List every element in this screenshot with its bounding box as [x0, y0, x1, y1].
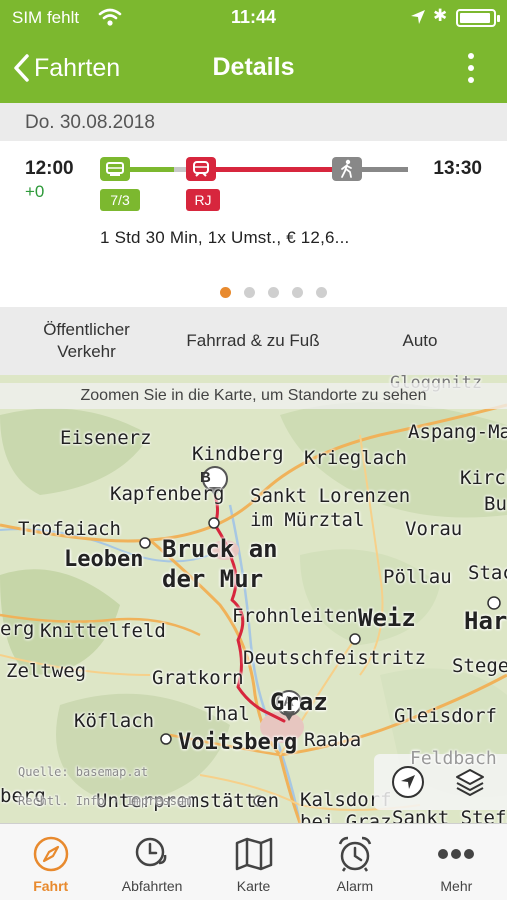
place-label: Trofaiach [18, 518, 121, 540]
bluetooth-icon: ✱ [433, 6, 448, 25]
tab-label: Fahrrad & zu Fuß [186, 331, 320, 350]
clock: 11:44 [230, 7, 277, 27]
tabbar-item-mehr[interactable]: Mehr [406, 824, 507, 900]
tabbar-item-fahrt[interactable]: Fahrt [0, 824, 101, 900]
line-badge-train: RJ [186, 189, 220, 211]
segment-bar-tram [128, 167, 174, 172]
bottom-tab-bar: Fahrt Abfahrten Karte Alarm Mehr [0, 823, 507, 900]
tram-icon [100, 157, 130, 181]
place-label: Kindberg [192, 443, 284, 465]
route-map[interactable]: B A Gloggnitz Eisenerz Kindberg Krieglac… [0, 375, 507, 823]
dot-icon [468, 77, 474, 83]
location-arrow-icon [411, 10, 425, 24]
tabbar-item-abfahrten[interactable]: Abfahrten [101, 824, 202, 900]
more-options-button[interactable] [455, 46, 487, 90]
segment-bar-train [214, 167, 334, 172]
place-label: Aspang-Ma [408, 421, 507, 443]
chevron-left-icon [14, 54, 29, 82]
place-label: Deutschfeistritz [243, 647, 427, 669]
segment-bar-walk [360, 167, 408, 172]
place-label: Kapfenberg [110, 483, 225, 505]
clock-icon [130, 834, 174, 874]
place-label: Graz [270, 688, 328, 716]
place-label: Weiz [358, 604, 416, 632]
tab-label: Öffentlicher [43, 320, 130, 339]
place-label: Raaba [304, 729, 362, 751]
page-dot[interactable] [292, 287, 303, 298]
tabbar-label: Alarm [336, 878, 374, 894]
page-dot[interactable] [268, 287, 279, 298]
trip-summary-text: 1 Std 30 Min, 1x Umst., € 12,6... [100, 228, 350, 247]
map-icon [232, 834, 276, 874]
place-label: der Mur [162, 565, 264, 593]
map-attribution-rights[interactable]: Rechtl. Info · Impressum [18, 794, 191, 808]
map-zoom-hint: Zoomen Sie in die Karte, um Standorte zu… [0, 383, 507, 409]
battery-icon [456, 9, 500, 27]
place-label: Stac [468, 562, 507, 584]
tabbar-label: Karte [236, 878, 271, 894]
date-header: Do. 30.08.2018 [0, 103, 507, 141]
place-label: Pöllau [383, 566, 452, 588]
place-label: Leoben [64, 547, 144, 572]
place-label: Eisenerz [60, 427, 152, 449]
place-label: Har [464, 607, 507, 635]
navigation-arrow-icon [392, 766, 424, 798]
tab-car[interactable]: Auto [333, 307, 507, 375]
place-label: Voitsberg [178, 730, 298, 755]
layers-icon [456, 769, 484, 796]
place-label: Bruck an [162, 535, 278, 563]
train-icon [186, 157, 216, 181]
line-badge-tram: 7/3 [100, 189, 140, 211]
place-label: Krieglach [304, 447, 407, 469]
place-label: Zeltweg [6, 660, 87, 682]
map-layers-button[interactable] [450, 762, 490, 802]
tabbar-label: Mehr [440, 878, 473, 894]
place-label: Thal [204, 703, 250, 725]
departure-time: 12:00 [25, 158, 74, 179]
tab-public-transport[interactable]: Öffentlicher Verkehr [0, 307, 173, 375]
place-label: Stege [452, 655, 507, 677]
tabbar-label: Abfahrten [121, 878, 183, 894]
place-label: Bu [484, 493, 507, 515]
trip-summary-card[interactable]: 12:00 +0 7/3 RJ 13:30 1 Std 30 Min, 1x U… [0, 141, 507, 307]
place-label: im Mürztal [250, 509, 365, 531]
dot-icon [468, 65, 474, 71]
back-label: Fahrten [34, 53, 121, 82]
tabbar-label: Fahrt [33, 878, 69, 894]
place-label: erg [0, 618, 35, 640]
place-label: Frohnleiten [232, 605, 358, 627]
header-bar: SIM fehlt 11:44 ✱ Fahrten Details [0, 0, 507, 103]
more-dots-icon [434, 834, 478, 874]
page-indicator[interactable] [0, 287, 507, 298]
tab-bike-walk[interactable]: Fahrrad & zu Fuß [173, 307, 333, 375]
tab-label: Verkehr [57, 342, 116, 361]
alarm-clock-icon [333, 834, 377, 874]
place-label: Gratkorn [152, 667, 244, 689]
delay-indicator: +0 [25, 182, 45, 201]
page-dot[interactable] [244, 287, 255, 298]
place-label: Kirch [460, 467, 507, 489]
place-label: Köflach [74, 710, 155, 732]
dot-icon [468, 53, 474, 59]
locate-me-button[interactable] [388, 762, 428, 802]
page-dot[interactable] [316, 287, 327, 298]
place-label: Vorau [405, 518, 463, 540]
arrival-time: 13:30 [433, 158, 482, 179]
trip-date: Do. 30.08.2018 [25, 112, 155, 133]
place-label: Sankt Lorenzen [250, 485, 411, 507]
back-button[interactable]: Fahrten [12, 48, 120, 88]
place-label: Gleisdorf [394, 705, 497, 727]
map-controls: Feldbach [374, 748, 507, 810]
place-label: bei Graz [300, 811, 392, 823]
map-attribution-source[interactable]: Quelle: basemap.at [18, 765, 148, 779]
compass-icon [29, 834, 73, 874]
place-label: Knittelfeld [40, 620, 166, 642]
walking-icon [332, 157, 362, 181]
tabbar-item-alarm[interactable]: Alarm [304, 824, 405, 900]
transport-mode-tabs: Öffentlicher Verkehr Fahrrad & zu Fuß Aut… [0, 307, 507, 375]
status-bar: SIM fehlt 11:44 ✱ [0, 0, 507, 36]
tab-label: Auto [402, 331, 438, 350]
tabbar-item-karte[interactable]: Karte [203, 824, 304, 900]
page-dot-active[interactable] [220, 287, 231, 298]
